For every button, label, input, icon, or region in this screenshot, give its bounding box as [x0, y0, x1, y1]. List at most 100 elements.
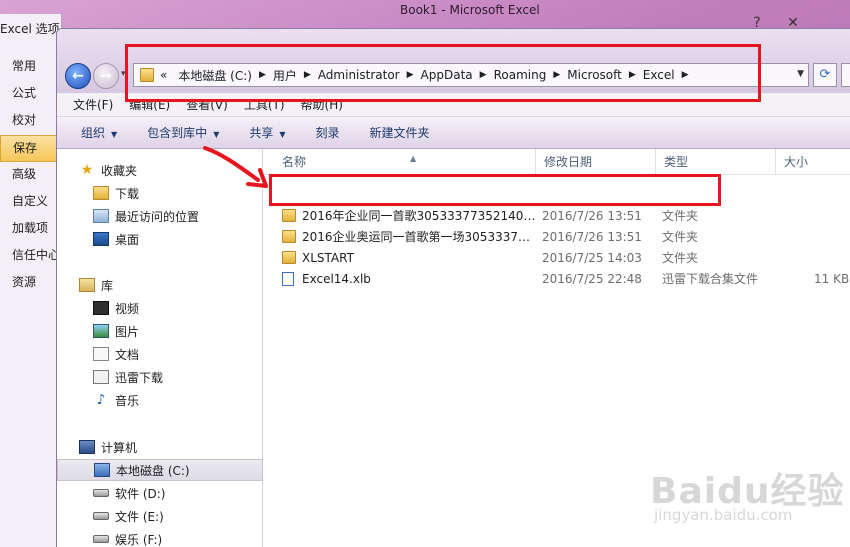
nav-item-label: 文档 — [115, 347, 140, 362]
back-arrow-icon[interactable]: ← — [65, 63, 91, 89]
options-category-item[interactable]: 校对 — [0, 108, 62, 135]
nav-item-label: 娱乐 (F:) — [115, 532, 163, 547]
column-header-date[interactable]: 修改日期 — [536, 149, 656, 175]
options-category-item[interactable]: 资源 — [0, 270, 62, 297]
options-category-item[interactable]: 保存 — [0, 135, 62, 162]
search-box[interactable] — [841, 63, 850, 87]
nav-item-label: 下载 — [115, 186, 140, 201]
toolbar-button[interactable]: 组织 ▼ — [81, 124, 117, 141]
nav-item[interactable]: 计算机 — [57, 436, 263, 458]
file-name-label: Excel14.xlb — [302, 271, 371, 286]
toolbar-button-label: 共享 — [249, 126, 274, 140]
nav-item[interactable]: 娱乐 (F:) — [57, 528, 263, 547]
toolbar-button-label: 包含到库中 — [147, 126, 208, 140]
nav-item-label: 迅雷下载 — [115, 370, 164, 385]
folder-icon — [93, 186, 109, 200]
nav-item-label: 视频 — [115, 301, 140, 316]
music-icon: ♪ — [96, 392, 106, 408]
toolbar-button-label: 刻录 — [315, 126, 340, 140]
column-header-type[interactable]: 类型 — [656, 149, 776, 175]
nav-item-label: 最近访问的位置 — [115, 209, 200, 224]
drive-icon — [93, 489, 109, 497]
options-category-item[interactable]: 自定义 — [0, 189, 62, 216]
file-date: 2016/7/26 13:51 — [542, 208, 642, 223]
file-type: 文件夹 — [662, 251, 699, 265]
file-date: 2016/7/25 22:48 — [542, 271, 642, 286]
refresh-icon[interactable]: ⟳ — [813, 63, 837, 87]
toolbar-button-label: 新建文件夹 — [369, 126, 430, 140]
file-name-label: 2016年企业同一首歌305333773521404... — [302, 209, 537, 223]
file-name: Excel14.xlb — [282, 271, 537, 286]
folder-icon — [282, 230, 296, 243]
video-icon — [93, 301, 109, 315]
pictures-icon — [93, 324, 109, 338]
options-category-item[interactable]: 加载项 — [0, 216, 62, 243]
column-header-size[interactable]: 大小 — [776, 149, 850, 175]
background-window-title: Book1 - Microsoft Excel — [400, 3, 540, 17]
column-header-name[interactable]: 名称 ▲ — [274, 149, 536, 175]
nav-item-label: 本地磁盘 (C:) — [116, 463, 190, 478]
options-category-item[interactable]: 高级 — [0, 162, 62, 189]
file-name-label: 2016企业奥运同一首歌第一场30533377... — [302, 230, 537, 244]
chevron-down-icon[interactable]: ▼ — [797, 69, 804, 79]
options-category-item[interactable]: 信任中心 — [0, 243, 62, 270]
table-row[interactable]: Excel14.xlb 2016/7/25 22:48 迅雷下载合集文件 11 KB — [264, 268, 850, 289]
nav-item[interactable]: 文档 — [57, 343, 263, 365]
baidu-watermark: Baidu经验 jingyan.baidu.com — [650, 462, 850, 542]
toolbar-button[interactable]: 包含到库中 ▼ — [147, 124, 219, 141]
nav-item[interactable]: 桌面 — [57, 228, 263, 250]
nav-item[interactable]: 迅雷下载 — [57, 366, 263, 388]
sort-ascending-icon: ▲ — [410, 154, 417, 163]
column-headers: 名称 ▲ 修改日期 类型 大小 — [264, 149, 850, 175]
file-type: 文件夹 — [662, 230, 699, 244]
options-category-item[interactable]: 公式 — [0, 81, 62, 108]
nav-item-label: 计算机 — [101, 440, 138, 455]
menu-item[interactable]: 文件(F) — [73, 96, 113, 113]
address-highlight-box — [125, 44, 761, 102]
file-icon — [282, 271, 294, 286]
navigation-pane: ★ 收藏夹 下载 最近访问的位置 桌面库视频 图片 文档 迅雷下载 ♪ 音乐 计算机 本地磁盘 (C:… — [57, 149, 263, 547]
file-type: 文件夹 — [662, 209, 699, 223]
annotation-arrow-icon — [203, 146, 268, 188]
nav-item[interactable]: ♪ 音乐 — [57, 389, 263, 411]
table-row[interactable]: XLSTART 2016/7/25 14:03 文件夹 — [264, 247, 850, 268]
desktop-icon — [93, 232, 109, 246]
computer-icon — [79, 440, 95, 454]
nav-item-label: 图片 — [115, 324, 140, 339]
options-category-list: 常用 公式 校对 保存 高级 自定义 加载项 信任中心 资源 — [0, 54, 62, 297]
table-row[interactable]: 2016企业奥运同一首歌第一场30533377... 2016/7/26 13:5… — [264, 226, 850, 247]
table-row[interactable]: 2016年企业同一首歌305333773521404... 2016/7/26 1… — [264, 205, 850, 226]
chevron-down-icon: ▼ — [111, 130, 118, 139]
folder-icon — [282, 251, 296, 264]
column-header-name-label: 名称 — [282, 155, 307, 169]
drive-icon — [93, 535, 109, 543]
toolbar-button[interactable]: 新建文件夹 — [370, 124, 430, 141]
toolbar-button[interactable]: 刻录 — [316, 124, 340, 141]
recent-places-icon — [93, 209, 109, 223]
drive-icon — [93, 512, 109, 520]
nav-item[interactable]: 图片 — [57, 320, 263, 342]
background-title-bar: Book1 - Microsoft Excel — [0, 0, 850, 22]
nav-item[interactable]: 本地磁盘 (C:) — [57, 459, 263, 481]
nav-item-label: 桌面 — [115, 232, 140, 247]
nav-item[interactable]: 软件 (D:) — [57, 482, 263, 504]
nav-item[interactable]: 视频 — [57, 297, 263, 319]
forward-arrow-icon[interactable]: → — [93, 63, 119, 89]
excel-options-panel: Excel 选项 常用 公式 校对 保存 高级 自定义 加载项 信任中心 资源 — [0, 14, 62, 547]
folder-icon — [282, 209, 296, 222]
nav-item-label: 文件 (E:) — [115, 509, 164, 524]
folder-highlight-box — [269, 174, 721, 206]
nav-item[interactable]: 最近访问的位置 — [57, 205, 263, 227]
chevron-down-icon: ▼ — [213, 130, 220, 139]
toolbar-button[interactable]: 共享 ▼ — [249, 124, 285, 141]
nav-item[interactable]: 文件 (E:) — [57, 505, 263, 527]
file-size: 11 KB — [814, 271, 850, 286]
chevron-down-icon: ▼ — [279, 130, 286, 139]
file-date: 2016/7/26 13:51 — [542, 229, 642, 244]
file-name: XLSTART — [282, 251, 537, 265]
star-icon: ★ — [80, 162, 94, 178]
file-name: 2016年企业同一首歌305333773521404... — [282, 207, 537, 224]
options-category-item[interactable]: 常用 — [0, 54, 62, 81]
xunlei-icon — [93, 370, 109, 384]
nav-item[interactable]: 库 — [57, 274, 263, 296]
